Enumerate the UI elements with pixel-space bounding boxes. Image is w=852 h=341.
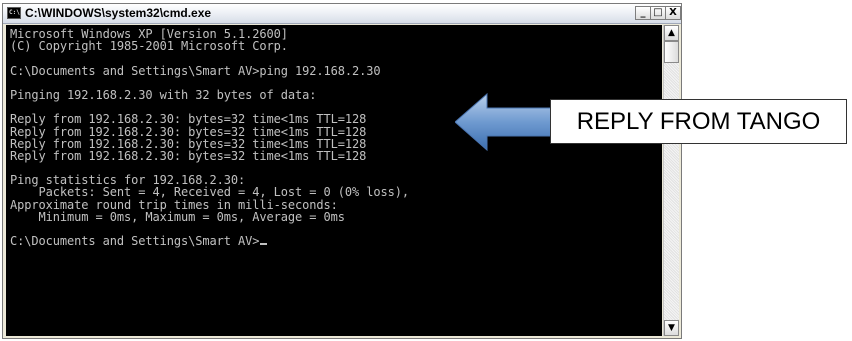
scroll-thumb[interactable]: [664, 41, 679, 63]
arrow-down-icon: ▼: [668, 323, 675, 333]
minimize-icon: _: [640, 7, 646, 18]
minimize-button[interactable]: _: [635, 6, 651, 20]
prompt-text: C:\Documents and Settings\Smart AV>: [10, 234, 260, 249]
callout-text: REPLY FROM TANGO: [576, 108, 821, 135]
console-line: Minimum = 0ms, Maximum = 0ms, Average = …: [10, 209, 345, 224]
vertical-scrollbar[interactable]: ▲ ▼: [663, 25, 679, 336]
callout-arrow-icon: [455, 92, 554, 152]
cmd-icon[interactable]: C:\: [7, 7, 21, 19]
scroll-up-button[interactable]: ▲: [664, 25, 679, 41]
cmd-window: C:\ C:\WINDOWS\system32\cmd.exe _ □ X Mi…: [2, 3, 682, 339]
console-line: (C) Copyright 1985-2001 Microsoft Corp.: [10, 39, 288, 54]
title-bar[interactable]: C:\ C:\WINDOWS\system32\cmd.exe _ □ X: [3, 4, 681, 24]
maximize-button[interactable]: □: [650, 6, 666, 20]
close-icon: X: [669, 7, 677, 18]
console-line: Packets: Sent = 4, Received = 4, Lost = …: [10, 185, 409, 200]
close-button[interactable]: X: [665, 6, 681, 20]
prompt-line[interactable]: C:\Documents and Settings\Smart AV>: [10, 235, 662, 247]
console-output[interactable]: Microsoft Windows XP [Version 5.1.2600](…: [6, 25, 662, 336]
console-line: Reply from 192.168.2.30: bytes=32 time<1…: [10, 148, 367, 163]
callout-label: REPLY FROM TANGO: [550, 99, 847, 144]
window-title: C:\WINDOWS\system32\cmd.exe: [25, 6, 212, 20]
console-line: C:\Documents and Settings\Smart AV>ping …: [10, 63, 381, 78]
arrow-up-icon: ▲: [668, 28, 675, 38]
scroll-down-button[interactable]: ▼: [664, 320, 679, 336]
console-line: Approximate round trip times in milli-se…: [10, 197, 338, 212]
text-cursor: [260, 243, 268, 246]
maximize-icon: □: [653, 7, 663, 18]
